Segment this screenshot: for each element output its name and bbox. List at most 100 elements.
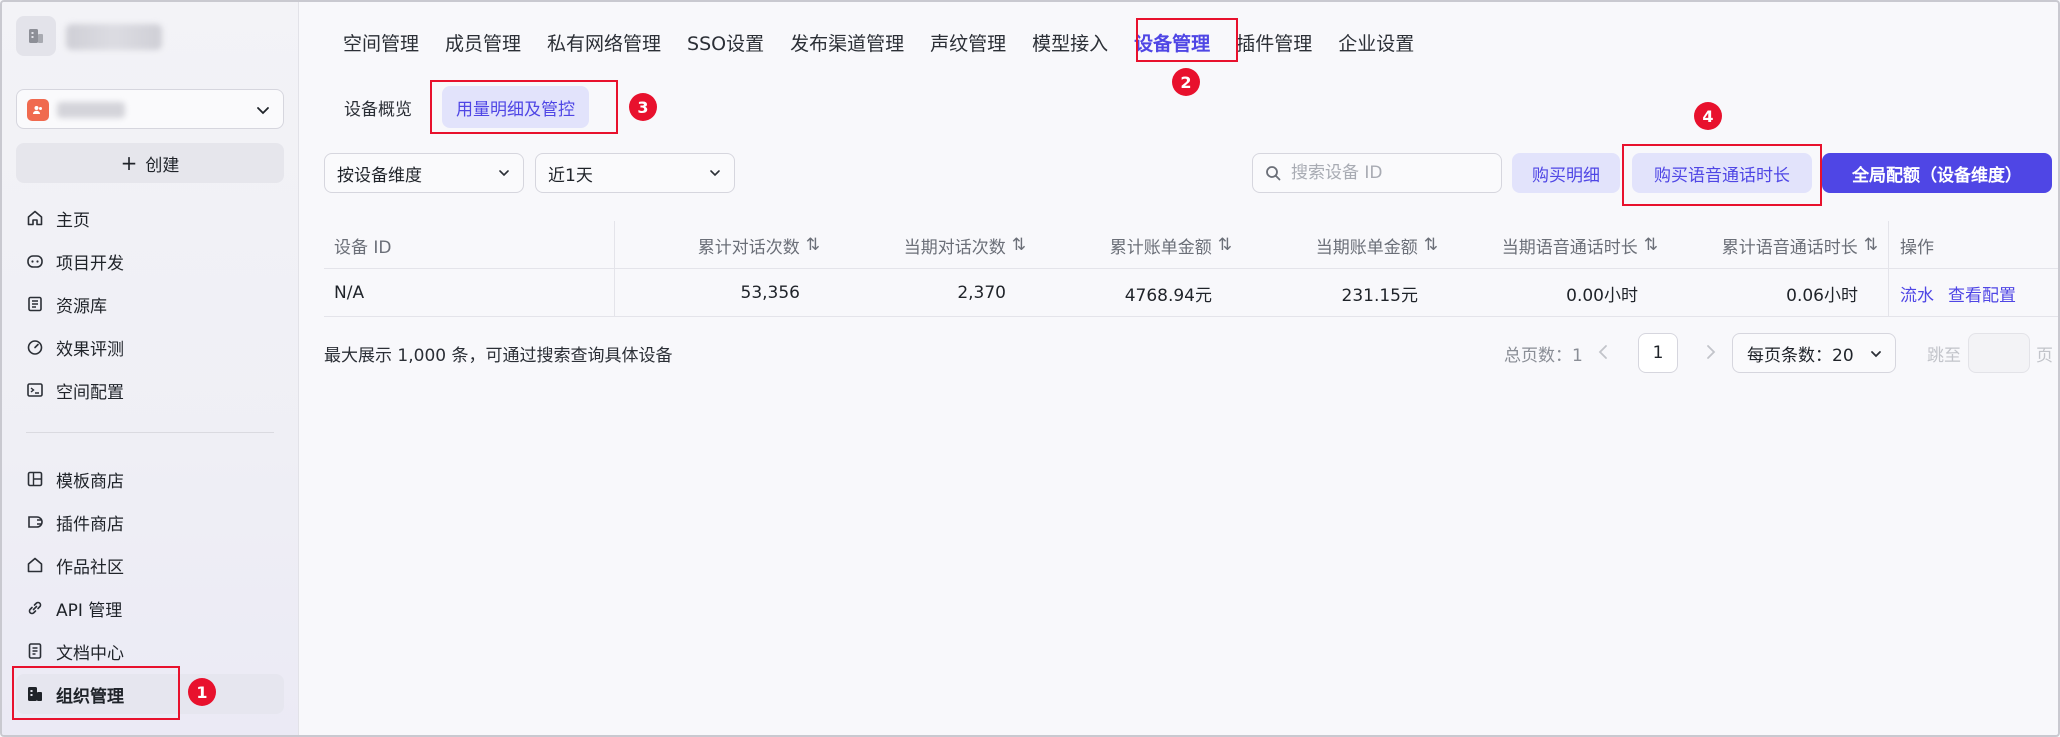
cell-total-voice: 0.06小时	[1786, 285, 1858, 306]
sidebar-item-label: 效果评测	[56, 339, 124, 360]
view-config-link[interactable]: 查看配置	[1948, 281, 2016, 306]
column-divider	[1888, 221, 1889, 269]
sidebar-item-label: 主页	[56, 210, 90, 231]
robot-icon	[27, 255, 43, 268]
tab-space-management[interactable]: 空间管理	[330, 24, 432, 60]
create-button[interactable]: + 创建	[16, 143, 284, 183]
chevron-down-icon	[499, 170, 509, 177]
search-icon	[1266, 166, 1281, 181]
tab-sso-settings[interactable]: SSO设置	[674, 24, 777, 60]
sidebar-item-evaluation[interactable]: 效果评测	[16, 327, 284, 367]
tab-member-management[interactable]: 成员管理	[432, 24, 534, 60]
highlight-box-usage-detail	[430, 80, 618, 134]
step-badge-3: 3	[629, 93, 657, 121]
page-size-value: 每页条数：20	[1747, 345, 1854, 366]
page-number-current[interactable]: 1	[1638, 333, 1678, 373]
cell-period-voice: 0.00小时	[1566, 285, 1638, 306]
sidebar-item-community[interactable]: 作品社区	[16, 545, 284, 585]
flow-link[interactable]: 流水	[1900, 281, 1934, 306]
create-button-label: 创建	[145, 155, 180, 176]
col-period-voice[interactable]: 当期语音通话时长 ⇅	[1448, 221, 1658, 269]
sidebar-item-label: 插件商店	[56, 514, 124, 535]
device-search[interactable]	[1252, 153, 1502, 193]
sidebar-item-plugin-store[interactable]: 插件商店	[16, 502, 284, 542]
cell-actions: 流水 查看配置	[1900, 269, 2016, 317]
sidebar-item-library[interactable]: 资源库	[16, 284, 284, 324]
space-name-redacted	[57, 102, 125, 118]
sidebar-item-label: 模板商店	[56, 471, 124, 492]
sort-icon: ⇅	[805, 235, 820, 255]
cell-total-bill: 4768.94元	[1124, 285, 1212, 306]
home-icon	[27, 210, 43, 226]
page-total: 总页数：1	[1504, 346, 1583, 366]
column-divider	[614, 269, 615, 317]
sidebar-item-template-store[interactable]: 模板商店	[16, 459, 284, 499]
col-period-bill-label: 当期账单金额	[1315, 237, 1418, 258]
col-period-bill[interactable]: 当期账单金额 ⇅	[1242, 221, 1438, 269]
col-period-dialogs[interactable]: 当期对话次数 ⇅	[830, 221, 1026, 269]
highlight-box-org-management	[12, 666, 180, 720]
global-quota-button[interactable]: 全局配额（设备维度）	[1822, 153, 2052, 193]
step-badge-2: 2	[1172, 68, 1200, 96]
chevron-down-icon	[710, 170, 720, 177]
jump-page-input[interactable]	[1968, 333, 2030, 373]
sort-icon: ⇅	[1643, 235, 1658, 255]
layout-icon	[27, 471, 43, 487]
col-total-voice[interactable]: 累计语音通话时长 ⇅	[1668, 221, 1878, 269]
sort-icon: ⇅	[1423, 235, 1438, 255]
community-icon	[27, 557, 43, 573]
col-device-id: 设备 ID	[334, 237, 392, 258]
search-input[interactable]	[1291, 163, 1481, 183]
time-range-select[interactable]: 近1天	[535, 153, 735, 193]
tab-voiceprint[interactable]: 声纹管理	[917, 24, 1019, 60]
time-range-select-value: 近1天	[548, 165, 593, 186]
chevron-down-icon	[1871, 351, 1881, 358]
plugin-icon	[28, 516, 43, 528]
tab-model-access[interactable]: 模型接入	[1019, 24, 1121, 60]
sidebar: + 创建 主页 项目开发 资源库 效果评测 空间配置 模板商店 插件商店 作品社…	[2, 2, 299, 735]
jump-label: 跳至	[1927, 346, 1961, 366]
table-footer-note: 最大展示 1,000 条，可通过搜索查询具体设备	[324, 346, 673, 366]
tab-publish-channel[interactable]: 发布渠道管理	[777, 24, 917, 60]
sidebar-item-label: 资源库	[56, 296, 107, 317]
sidebar-item-docs[interactable]: 文档中心	[16, 631, 284, 671]
highlight-box-device-management	[1136, 18, 1238, 62]
subtab-device-overview[interactable]: 设备概览	[330, 86, 426, 128]
sidebar-item-api[interactable]: API 管理	[16, 588, 284, 628]
cell-device-id: N/A	[334, 283, 365, 303]
plus-icon: +	[120, 151, 138, 175]
highlight-box-buy-voice	[1622, 144, 1822, 206]
sidebar-item-home[interactable]: 主页	[16, 198, 284, 238]
library-icon	[28, 296, 42, 312]
table-row: N/A 53,356 2,370 4768.94元 231.15元 0.00小时…	[324, 269, 2058, 317]
building-icon	[29, 29, 43, 43]
space-avatar	[27, 99, 49, 121]
space-selector[interactable]	[16, 89, 284, 129]
col-total-dialogs[interactable]: 累计对话次数 ⇅	[624, 221, 820, 269]
chevron-left-icon[interactable]	[1596, 343, 1610, 361]
sort-icon: ⇅	[1011, 235, 1026, 255]
col-period-voice-label: 当期语音通话时长	[1501, 237, 1638, 258]
sidebar-item-label: 空间配置	[56, 382, 124, 403]
tab-enterprise-settings[interactable]: 企业设置	[1325, 24, 1427, 60]
sidebar-item-space-config[interactable]: 空间配置	[16, 370, 284, 410]
sidebar-item-project-dev[interactable]: 项目开发	[16, 241, 284, 281]
users-icon	[33, 106, 42, 114]
col-total-bill[interactable]: 累计账单金额 ⇅	[1036, 221, 1232, 269]
col-total-bill-label: 累计账单金额	[1109, 237, 1212, 258]
org-logo[interactable]	[16, 16, 56, 56]
dimension-select[interactable]: 按设备维度	[324, 153, 524, 193]
org-name-redacted	[66, 24, 162, 50]
chevron-right-icon[interactable]	[1704, 343, 1718, 361]
cell-period-bill: 231.15元	[1341, 285, 1418, 306]
link-icon	[28, 601, 42, 615]
sidebar-item-label: 文档中心	[56, 643, 124, 664]
tab-plugin-management[interactable]: 插件管理	[1223, 24, 1325, 60]
page-size-select[interactable]: 每页条数：20	[1732, 333, 1896, 373]
tab-private-network[interactable]: 私有网络管理	[534, 24, 674, 60]
col-period-dialogs-label: 当期对话次数	[903, 237, 1006, 258]
sidebar-item-label: 作品社区	[56, 557, 124, 578]
column-divider	[614, 221, 615, 269]
jump-suffix: 页	[2036, 346, 2053, 366]
buy-detail-button[interactable]: 购买明细	[1512, 153, 1620, 193]
